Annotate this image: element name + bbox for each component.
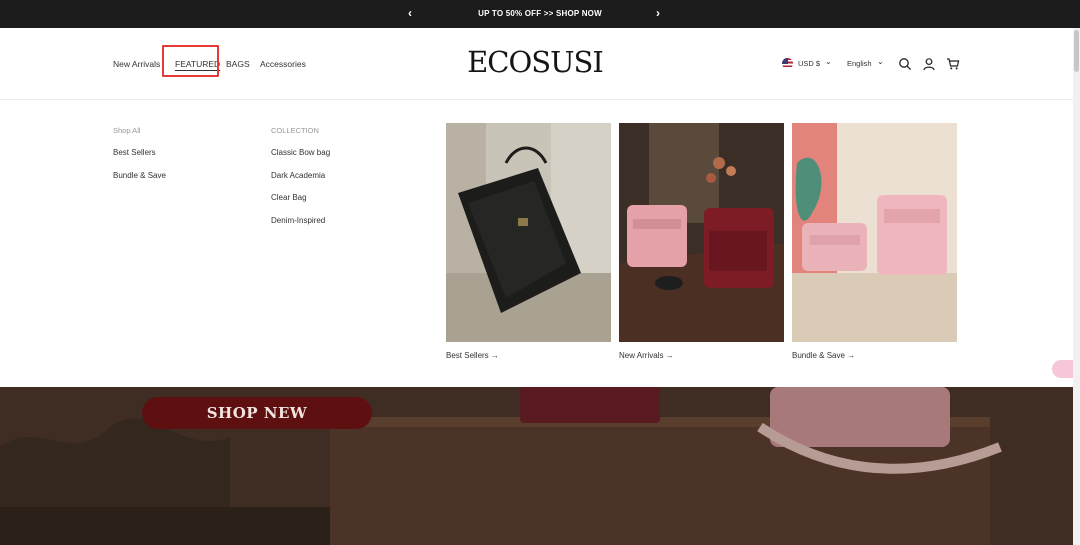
shop-all-heading[interactable]: Shop All: [113, 126, 141, 135]
site-header: New Arrivals FEATURED BAGS Accessories E…: [0, 28, 1080, 100]
new-arrivals-image[interactable]: [619, 123, 784, 342]
currency-selector[interactable]: USD $: [798, 59, 820, 68]
highlight-box: [162, 45, 219, 77]
chevron-right-icon[interactable]: ›: [656, 6, 660, 20]
nav-accessories[interactable]: Accessories: [260, 59, 306, 69]
announcement-bar: ‹ UP TO 50% OFF >> SHOP NOW ›: [0, 0, 1080, 28]
menu-item-clear-bag[interactable]: Clear Bag: [271, 193, 307, 202]
scrollbar-thumb[interactable]: [1074, 30, 1079, 72]
page: ‹ UP TO 50% OFF >> SHOP NOW › New Arriva…: [0, 0, 1080, 545]
cart-icon[interactable]: [946, 57, 960, 71]
nav-bags[interactable]: BAGS: [226, 59, 250, 69]
shop-new-button[interactable]: SHOP NEW: [142, 397, 372, 429]
chevron-down-icon[interactable]: ⌄: [877, 57, 884, 66]
menu-item-classic-bow-bag[interactable]: Classic Bow bag: [271, 148, 330, 157]
bundle-save-image[interactable]: [792, 123, 957, 342]
search-icon[interactable]: [898, 57, 912, 71]
menu-item-bundle-save[interactable]: Bundle & Save: [113, 171, 166, 180]
announcement-text[interactable]: UP TO 50% OFF >> SHOP NOW: [0, 9, 1080, 18]
mega-menu: Shop All Best Sellers Bundle & Save COLL…: [0, 101, 1080, 387]
account-icon[interactable]: [922, 57, 936, 71]
menu-item-best-sellers[interactable]: Best Sellers: [113, 148, 156, 157]
menu-item-dark-academia[interactable]: Dark Academia: [271, 171, 325, 180]
hero-banner: SHOP NEW: [0, 387, 1080, 545]
site-logo[interactable]: ECOSUSI: [460, 45, 610, 79]
collection-heading: COLLECTION: [271, 126, 319, 135]
nav-new-arrivals[interactable]: New Arrivals: [113, 59, 160, 69]
menu-item-denim-inspired[interactable]: Denim-Inspired: [271, 216, 325, 225]
best-sellers-link[interactable]: Best Sellers →: [446, 351, 499, 360]
new-arrivals-link[interactable]: New Arrivals →: [619, 351, 674, 360]
us-flag-icon: [782, 58, 793, 69]
bundle-save-link[interactable]: Bundle & Save →: [792, 351, 855, 360]
chevron-down-icon[interactable]: ⌄: [825, 57, 832, 66]
scrollbar[interactable]: [1073, 28, 1080, 545]
best-sellers-image[interactable]: [446, 123, 611, 342]
language-selector[interactable]: English: [847, 59, 872, 68]
